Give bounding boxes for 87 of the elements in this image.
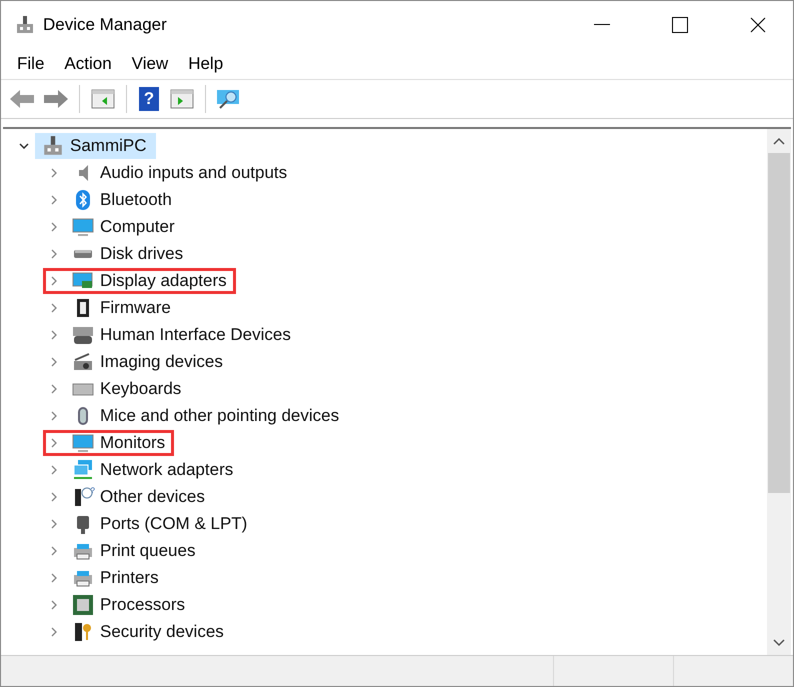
disk-drive-icon xyxy=(74,250,92,258)
chevron-right-icon[interactable] xyxy=(51,572,57,582)
chevron-right-icon[interactable] xyxy=(51,356,57,366)
minimize-icon xyxy=(594,24,610,26)
chevron-right-icon[interactable] xyxy=(51,302,57,312)
tree-label: Human Interface Devices xyxy=(100,324,291,344)
chevron-right-icon[interactable] xyxy=(51,410,57,420)
tree-item[interactable]: Print queues xyxy=(65,538,204,564)
tree-label: Processors xyxy=(100,594,186,614)
tree-label: Disk drives xyxy=(100,244,184,264)
menu-item[interactable]: Action xyxy=(54,52,122,76)
chevron-right-icon[interactable] xyxy=(51,626,57,636)
tree-item[interactable]: Imaging devices xyxy=(65,348,232,374)
tree-label: Printers xyxy=(100,568,159,588)
network-icon xyxy=(72,458,94,480)
back-arrow-icon xyxy=(9,89,35,109)
tree-item[interactable]: Bluetooth xyxy=(65,186,181,212)
scrollbar[interactable] xyxy=(767,129,791,655)
chevron-up-icon xyxy=(773,137,785,145)
computer-tree-icon xyxy=(15,15,35,35)
chevron-right-icon[interactable] xyxy=(51,384,57,394)
tree-item[interactable]: Printers xyxy=(65,564,168,590)
tree-label: SammiPC xyxy=(70,136,147,156)
window-pane-icon xyxy=(91,89,115,109)
tree-item[interactable]: ? Other devices xyxy=(65,484,214,510)
forward-arrow-icon xyxy=(43,89,69,109)
tree-item[interactable]: Disk drives xyxy=(65,240,192,266)
menu-item[interactable]: View xyxy=(122,52,178,76)
question-mark: ? xyxy=(90,486,95,496)
key-device-icon xyxy=(72,620,94,642)
chevron-right-icon[interactable] xyxy=(51,222,57,232)
scrollbar-thumb[interactable] xyxy=(768,153,790,493)
menu-item[interactable]: File xyxy=(7,52,54,76)
chevron-right-icon[interactable] xyxy=(51,168,57,178)
monitor-magnifier-icon xyxy=(216,88,242,110)
tree-label: Computer xyxy=(100,216,175,236)
tree-item[interactable]: Computer xyxy=(65,214,184,240)
chevron-right-icon[interactable] xyxy=(51,464,57,474)
tree-item[interactable]: Firmware xyxy=(65,294,180,320)
chevron-down-icon[interactable] xyxy=(19,142,29,148)
chevron-right-icon[interactable] xyxy=(51,330,57,340)
tree-label: Network adapters xyxy=(100,460,234,480)
maximize-icon xyxy=(672,17,688,33)
speaker-icon xyxy=(78,164,88,180)
monitor-icon xyxy=(72,432,94,454)
tree-item[interactable]: Network adapters xyxy=(65,456,242,482)
help-button[interactable]: ? xyxy=(139,87,159,111)
tree-item[interactable]: Security devices xyxy=(65,618,233,644)
tree-label: Ports (COM & LPT) xyxy=(100,514,248,534)
camera-icon xyxy=(72,350,94,372)
chevron-down-icon xyxy=(773,639,785,647)
tree-label: Imaging devices xyxy=(100,352,223,372)
unknown-device-icon xyxy=(72,486,94,508)
tree-item[interactable]: Ports (COM & LPT) xyxy=(65,510,256,536)
chevron-right-icon[interactable] xyxy=(51,276,57,286)
tree-label: Other devices xyxy=(100,486,205,506)
window-pane-icon xyxy=(170,89,194,109)
chevron-right-icon[interactable] xyxy=(51,194,57,204)
tree-item[interactable]: Processors xyxy=(65,592,194,618)
tree-label: Firmware xyxy=(100,298,171,318)
tree-item[interactable]: Audio inputs and outputs xyxy=(65,160,296,186)
chevron-right-icon[interactable] xyxy=(51,546,57,556)
tree-label: Bluetooth xyxy=(100,190,172,210)
tree-label: Audio inputs and outputs xyxy=(100,162,288,182)
highlighted-tree-item[interactable]: Display adapters xyxy=(43,268,236,294)
tree-label: Print queues xyxy=(100,540,196,560)
tree-label: Mice and other pointing devices xyxy=(100,406,340,426)
tree-item[interactable]: SammiPC xyxy=(35,132,156,158)
computer-tree-icon xyxy=(42,134,64,156)
close-icon xyxy=(750,17,766,33)
highlighted-tree-item[interactable]: Monitors xyxy=(43,430,174,456)
tree-item[interactable]: Mice and other pointing devices xyxy=(65,402,348,428)
chevron-right-icon[interactable] xyxy=(51,518,57,528)
window-title: Device Manager xyxy=(43,15,168,35)
menu-item[interactable]: Help xyxy=(178,52,234,76)
tree-label: Keyboards xyxy=(100,378,182,398)
tree-item[interactable]: Human Interface Devices xyxy=(65,322,300,348)
processor-icon xyxy=(72,594,94,616)
chevron-right-icon[interactable] xyxy=(51,248,57,258)
tree-item[interactable]: Keyboards xyxy=(65,376,190,402)
chevron-right-icon[interactable] xyxy=(51,492,57,502)
chevron-right-icon[interactable] xyxy=(51,600,57,610)
tree-label: Security devices xyxy=(100,622,224,642)
tree-label: Monitors xyxy=(100,432,166,452)
monitor-icon xyxy=(72,216,94,238)
chevron-right-icon[interactable] xyxy=(51,438,57,448)
tree-label: Display adapters xyxy=(100,270,227,290)
